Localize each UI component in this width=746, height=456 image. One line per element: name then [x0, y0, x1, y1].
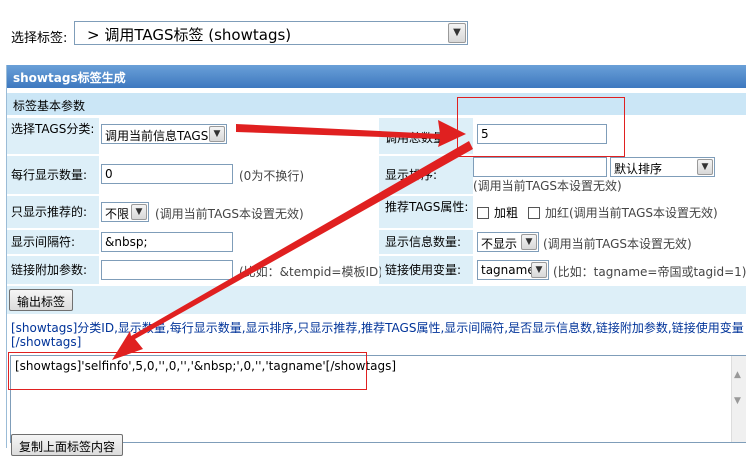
chevron-down-icon[interactable]: ▼: [521, 234, 537, 250]
link-cell: (比如：&tempid=模板ID): [99, 256, 383, 284]
link-label: 链接附加参数:: [7, 256, 97, 284]
recommend-cell: 不限 ▼ (调用当前TAGS本设置无效): [99, 196, 379, 228]
scroll-down-icon[interactable]: ▼: [734, 396, 741, 406]
sep-input[interactable]: &nbsp;: [101, 232, 233, 252]
chevron-down-icon[interactable]: ▼: [209, 126, 225, 142]
tag-type-select-value: > 调用TAGS标签 (showtags): [87, 26, 292, 44]
tag-type-select[interactable]: > 调用TAGS标签 (showtags) ▼: [74, 21, 468, 45]
attr-label: 推荐TAGS属性:: [381, 196, 471, 228]
link-hint: (比如：&tempid=模板ID): [239, 265, 383, 279]
order-input[interactable]: [473, 157, 607, 177]
attr-cell: 加粗 加红(调用当前TAGS本设置无效): [473, 196, 746, 228]
category-cell: 调用当前信息TAGS ▼: [99, 118, 379, 154]
chevron-down-icon[interactable]: ▼: [697, 159, 713, 175]
count-select[interactable]: 不显示 ▼: [477, 232, 539, 252]
perline-input[interactable]: 0: [101, 164, 233, 184]
row-output-button: 输出标签: [7, 286, 746, 314]
count-cell: 不显示 ▼ (调用当前TAGS本设置无效): [473, 230, 746, 254]
row-separator: 显示间隔符: &nbsp; 显示信息数量: 不显示 ▼ (调用当前TAGS本设置…: [7, 230, 746, 254]
tag-select-label: 选择标签:: [11, 31, 68, 46]
order-select[interactable]: 默认排序 ▼: [610, 157, 715, 177]
top-bar: 选择标签: > 调用TAGS标签 (showtags) ▼: [0, 0, 746, 60]
recommend-select-value: 不限: [105, 207, 130, 221]
order-select-value: 默认排序: [614, 162, 663, 176]
textarea-scrollbar[interactable]: ▲ ▼: [731, 356, 746, 442]
chevron-down-icon[interactable]: ▼: [131, 204, 147, 220]
chevron-down-icon[interactable]: ▼: [448, 23, 466, 43]
perline-cell: 0 (0为不换行): [99, 156, 379, 194]
attr-red-text: 加红(调用当前TAGS本设置无效): [545, 206, 718, 220]
count-label: 显示信息数量:: [381, 230, 471, 254]
sep-label: 显示间隔符:: [7, 230, 97, 254]
annotation-box-total: [457, 97, 625, 157]
count-hint: (调用当前TAGS本设置无效): [543, 237, 692, 251]
var-cell: tagname ▼ (比如：tagname=帝国或tagid=1): [473, 256, 746, 284]
row-link: 链接附加参数: (比如：&tempid=模板ID) 链接使用变量: tagnam…: [7, 256, 746, 284]
perline-hint: (0为不换行): [239, 169, 304, 183]
sep-cell: &nbsp;: [99, 230, 379, 254]
recommend-hint: (调用当前TAGS本设置无效): [155, 207, 304, 221]
panel-title: showtags标签生成: [7, 65, 746, 88]
chevron-down-icon[interactable]: ▼: [531, 262, 547, 278]
var-select[interactable]: tagname ▼: [477, 260, 549, 280]
var-hint: (比如：tagname=帝国或tagid=1): [553, 265, 746, 279]
var-select-value: tagname: [481, 263, 535, 277]
output-tag-button[interactable]: 输出标签: [9, 289, 74, 311]
link-input[interactable]: [101, 260, 233, 280]
recommend-label: 只显示推荐的:: [7, 196, 97, 228]
annotation-box-output: [8, 352, 367, 390]
attr-red-option[interactable]: 加红(调用当前TAGS本设置无效): [528, 204, 718, 221]
checkbox-bold[interactable]: [477, 207, 489, 219]
showtags-panel: showtags标签生成 标签基本参数 选择TAGS分类: 调用当前信息TAGS…: [6, 65, 746, 456]
attr-bold-option[interactable]: 加粗: [477, 204, 518, 221]
copy-tag-button[interactable]: 复制上面标签内容: [11, 434, 124, 456]
row-recommend: 只显示推荐的: 不限 ▼ (调用当前TAGS本设置无效) 推荐TAGS属性: 加…: [7, 196, 746, 228]
recommend-select[interactable]: 不限 ▼: [101, 202, 149, 222]
attr-bold-text: 加粗: [494, 206, 519, 220]
order-hint: (调用当前TAGS本设置无效): [473, 179, 622, 193]
perline-label: 每行显示数量:: [7, 156, 97, 194]
count-select-value: 不显示: [481, 237, 518, 251]
scroll-up-icon[interactable]: ▲: [734, 370, 741, 380]
category-select[interactable]: 调用当前信息TAGS ▼: [101, 124, 227, 144]
order-label: 显示排序:: [381, 156, 471, 194]
syntax-description: [showtags]分类ID,显示数量,每行显示数量,显示排序,只显示推荐,推荐…: [11, 321, 744, 349]
row-category: 选择TAGS分类: 调用当前信息TAGS ▼ 调用总数量: 5: [7, 118, 746, 154]
category-label: 选择TAGS分类:: [7, 118, 97, 154]
checkbox-red[interactable]: [528, 207, 540, 219]
category-select-value: 调用当前信息TAGS: [105, 129, 209, 143]
row-perline: 每行显示数量: 0 (0为不换行) 显示排序: 默认排序 ▼ (调用当前TAGS…: [7, 156, 746, 194]
order-cell: 默认排序 ▼ (调用当前TAGS本设置无效): [473, 156, 746, 194]
var-label: 链接使用变量:: [381, 256, 471, 284]
section-title: 标签基本参数: [7, 93, 746, 115]
